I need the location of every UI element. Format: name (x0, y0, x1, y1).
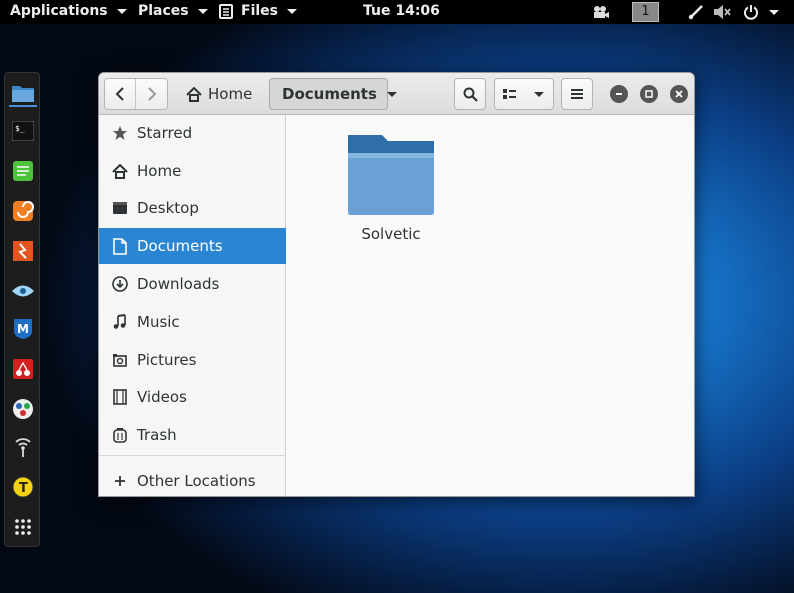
files-app-menu[interactable]: Files (219, 3, 297, 19)
dash-dock: $_ M T (4, 72, 40, 547)
clock[interactable]: Tue 14:06 (363, 3, 440, 19)
sidebar-item-label: Desktop (137, 199, 199, 217)
terminal-icon[interactable]: $_ (11, 119, 35, 143)
maltego-icon[interactable] (11, 397, 35, 421)
desktop-icon (111, 199, 129, 217)
sidebar-item-pictures[interactable]: Pictures (99, 342, 286, 378)
breadcrumb-home-label: Home (208, 85, 253, 103)
chevron-down-icon (534, 91, 545, 97)
chevron-down-icon (386, 91, 397, 97)
burp-icon[interactable] (11, 199, 35, 223)
files-icon (219, 3, 233, 19)
active-indicator (9, 105, 37, 107)
sidebar-item-label: Music (137, 313, 180, 331)
sidebar-item-trash[interactable]: Trash (99, 417, 286, 453)
list-view-button[interactable] (495, 79, 526, 109)
sidebar-item-other-locations[interactable]: Other Locations (99, 463, 286, 496)
brush-icon[interactable] (688, 4, 704, 20)
home-icon (186, 86, 202, 102)
app-icon-2[interactable] (11, 239, 35, 263)
star-icon (111, 124, 129, 142)
chevron-left-icon (115, 87, 124, 101)
sidebar-item-downloads[interactable]: Downloads (99, 266, 286, 302)
document-icon (111, 237, 129, 255)
nav-buttons (104, 78, 168, 110)
view-options-button[interactable] (526, 79, 553, 109)
menu-button[interactable] (561, 78, 593, 110)
top-panel: Applications Places Files Tue 14:06 1 (0, 0, 794, 24)
sidebar-item-label: Home (137, 162, 182, 180)
places-label: Places (138, 3, 189, 19)
plus-icon (111, 472, 129, 490)
chevron-down-icon (287, 8, 297, 14)
forward-button[interactable] (136, 79, 167, 109)
file-manager-icon[interactable] (11, 81, 35, 105)
files-label: Files (241, 3, 278, 19)
close-icon (675, 90, 683, 98)
eye-icon[interactable] (11, 279, 35, 303)
maximize-button[interactable] (640, 85, 658, 103)
home-icon (111, 162, 129, 180)
sidebar-item-label: Other Locations (137, 472, 256, 490)
sidebar-item-label: Trash (137, 426, 177, 444)
list-view-icon (503, 89, 517, 99)
places-menu[interactable]: Places (138, 3, 208, 19)
svg-text:$_: $_ (15, 124, 25, 133)
trash-icon (111, 426, 129, 444)
text-editor-icon[interactable] (11, 159, 35, 183)
power-icon[interactable] (743, 4, 759, 20)
sidebar-item-documents[interactable]: Documents (99, 228, 286, 264)
sidebar-item-music[interactable]: Music (99, 304, 286, 340)
sidebar-divider (99, 455, 286, 456)
search-icon (463, 87, 478, 102)
search-button[interactable] (454, 78, 486, 110)
minimize-icon (616, 93, 622, 95)
sidebar-item-starred[interactable]: Starred (99, 115, 286, 151)
applications-menu[interactable]: Applications (10, 3, 127, 19)
video-icon (111, 388, 129, 406)
minimize-button[interactable] (610, 85, 628, 103)
sidebar-item-videos[interactable]: Videos (99, 379, 286, 415)
header-bar: Home Documents (99, 73, 694, 115)
hamburger-icon (571, 89, 583, 99)
chevron-down-icon (116, 8, 127, 14)
sidebar-item-label: Videos (137, 388, 187, 406)
chevron-down-icon[interactable] (769, 10, 779, 15)
breadcrumb-current-label: Documents (282, 85, 377, 103)
breadcrumb-current[interactable]: Documents (269, 78, 397, 110)
folder-name: Solvetic (361, 225, 421, 243)
sidebar-item-desktop[interactable]: Desktop (99, 190, 286, 226)
cherry-icon[interactable] (11, 357, 35, 381)
applications-label: Applications (10, 3, 108, 19)
breadcrumb-home[interactable]: Home (186, 78, 252, 110)
sidebar-item-label: Starred (137, 124, 193, 142)
close-button[interactable] (670, 85, 688, 103)
app-grid-icon[interactable] (11, 515, 35, 539)
view-toggle (494, 78, 554, 110)
file-view: Solvetic (287, 115, 694, 496)
file-manager-window: Home Documents Starred Home Desktop Docu… (98, 72, 695, 497)
camera-icon (111, 351, 129, 369)
folder-icon (348, 135, 434, 215)
sidebar-item-label: Downloads (137, 275, 220, 293)
music-icon (111, 313, 129, 331)
chevron-right-icon (147, 87, 156, 101)
download-icon (111, 275, 129, 293)
sidebar-item-label: Pictures (137, 351, 197, 369)
sidebar-item-home[interactable]: Home (99, 153, 286, 189)
workspace-indicator[interactable]: 1 (632, 2, 659, 22)
yellow-app-icon[interactable]: T (11, 475, 35, 499)
places-sidebar: Starred Home Desktop Documents Downloads… (99, 115, 286, 496)
back-button[interactable] (105, 79, 137, 109)
chevron-down-icon (197, 8, 208, 14)
svg-text:T: T (19, 481, 28, 496)
sidebar-item-label: Documents (137, 237, 223, 255)
folder-item[interactable] (348, 135, 434, 215)
svg-text:M: M (17, 322, 29, 336)
maximize-icon (645, 90, 653, 98)
volume-muted-icon[interactable] (713, 4, 731, 20)
metasploit-icon[interactable]: M (11, 317, 35, 341)
video-camera-icon[interactable] (592, 4, 610, 20)
wireless-icon[interactable] (11, 435, 35, 459)
